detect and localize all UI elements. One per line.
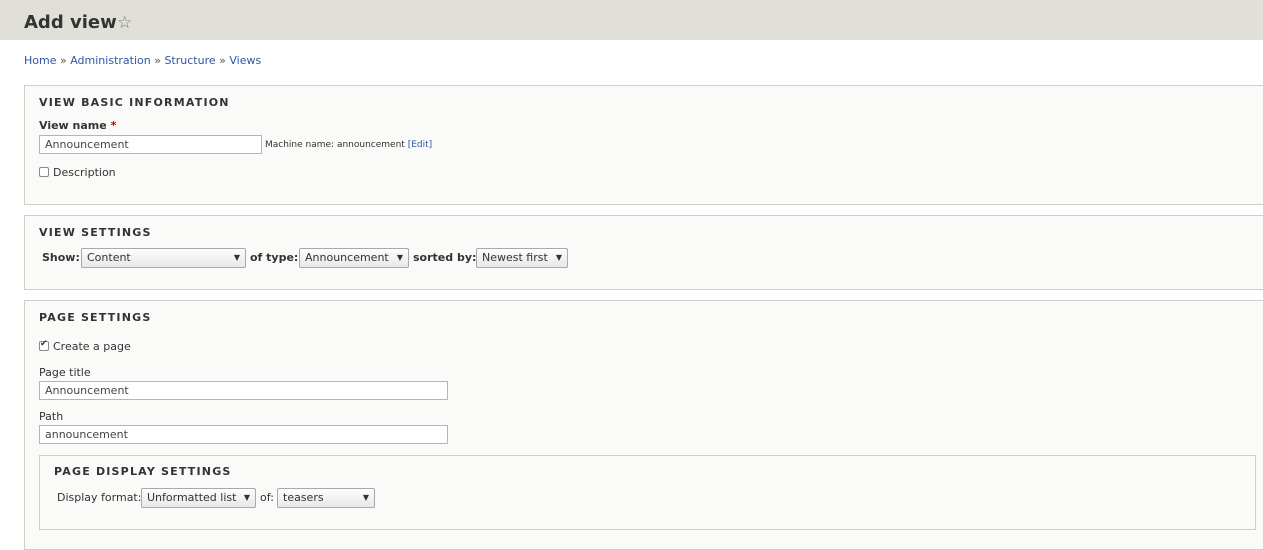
view-name-label: View name * <box>39 119 116 132</box>
chevron-down-icon: ▼ <box>243 493 250 502</box>
create-page-checkbox[interactable] <box>39 339 49 351</box>
display-format-select[interactable]: Unformatted list ▼ <box>141 488 256 508</box>
description-checkbox[interactable] <box>39 167 49 177</box>
of-label: of: <box>260 491 274 504</box>
page-settings-legend: PAGE SETTINGS <box>39 311 152 324</box>
chevron-down-icon: ▼ <box>555 253 562 262</box>
of-select-value: teasers <box>283 491 324 504</box>
sorted-select-value: Newest first <box>482 251 548 264</box>
description-label: Description <box>53 166 116 179</box>
basic-info-legend: VIEW BASIC INFORMATION <box>39 96 230 109</box>
machine-name: Machine name: announcement [Edit] <box>265 140 432 150</box>
view-settings-legend: VIEW SETTINGS <box>39 226 152 239</box>
machine-name-edit-link[interactable]: [Edit] <box>408 140 432 150</box>
breadcrumb-administration[interactable]: Administration <box>70 54 151 67</box>
breadcrumb-views[interactable]: Views <box>229 54 261 67</box>
type-label: of type: <box>250 251 299 264</box>
sorted-label: sorted by: <box>413 251 477 264</box>
view-name-label-text: View name <box>39 119 107 132</box>
path-label: Path <box>39 410 64 423</box>
page-settings-fieldset: PAGE SETTINGS Create a page Page title A… <box>24 300 1263 550</box>
chevron-down-icon: ▼ <box>396 253 403 262</box>
page-display-legend: PAGE DISPLAY SETTINGS <box>54 465 232 478</box>
sorted-select[interactable]: Newest first ▼ <box>476 248 568 268</box>
show-label: Show: <box>42 251 80 264</box>
page-title-label: Page title <box>39 366 91 379</box>
of-select[interactable]: teasers ▼ <box>277 488 375 508</box>
display-format-label: Display format: <box>57 491 142 504</box>
view-name-input[interactable]: Announcement <box>39 135 262 154</box>
display-format-value: Unformatted list <box>147 491 237 504</box>
breadcrumb-separator: » <box>59 54 67 67</box>
show-select[interactable]: Content ▼ <box>81 248 246 268</box>
breadcrumb-separator: » <box>154 54 161 67</box>
create-page-label: Create a page <box>53 340 131 353</box>
type-select[interactable]: Announcement ▼ <box>299 248 409 268</box>
page-title: Add view <box>24 12 117 33</box>
required-marker: * <box>110 119 117 132</box>
machine-name-text: Machine name: announcement <box>265 140 405 150</box>
breadcrumb-separator: » <box>219 54 226 67</box>
star-icon[interactable]: ☆ <box>117 13 132 33</box>
breadcrumb-structure[interactable]: Structure <box>164 54 215 67</box>
show-select-value: Content <box>87 251 131 264</box>
page-header: Add view ☆ <box>0 0 1263 40</box>
chevron-down-icon: ▼ <box>233 253 240 262</box>
path-input[interactable]: announcement <box>39 425 448 444</box>
chevron-down-icon: ▼ <box>362 493 369 502</box>
page-title-input[interactable]: Announcement <box>39 381 448 400</box>
breadcrumb: Home » Administration » Structure » View… <box>24 54 261 68</box>
page-display-fieldset: PAGE DISPLAY SETTINGS Display format: Un… <box>39 455 1256 530</box>
basic-info-fieldset: VIEW BASIC INFORMATION View name * Annou… <box>24 85 1263 205</box>
type-select-value: Announcement <box>305 251 389 264</box>
view-settings-fieldset: VIEW SETTINGS Show: Content ▼ of type: A… <box>24 215 1263 290</box>
breadcrumb-home[interactable]: Home <box>24 54 56 67</box>
